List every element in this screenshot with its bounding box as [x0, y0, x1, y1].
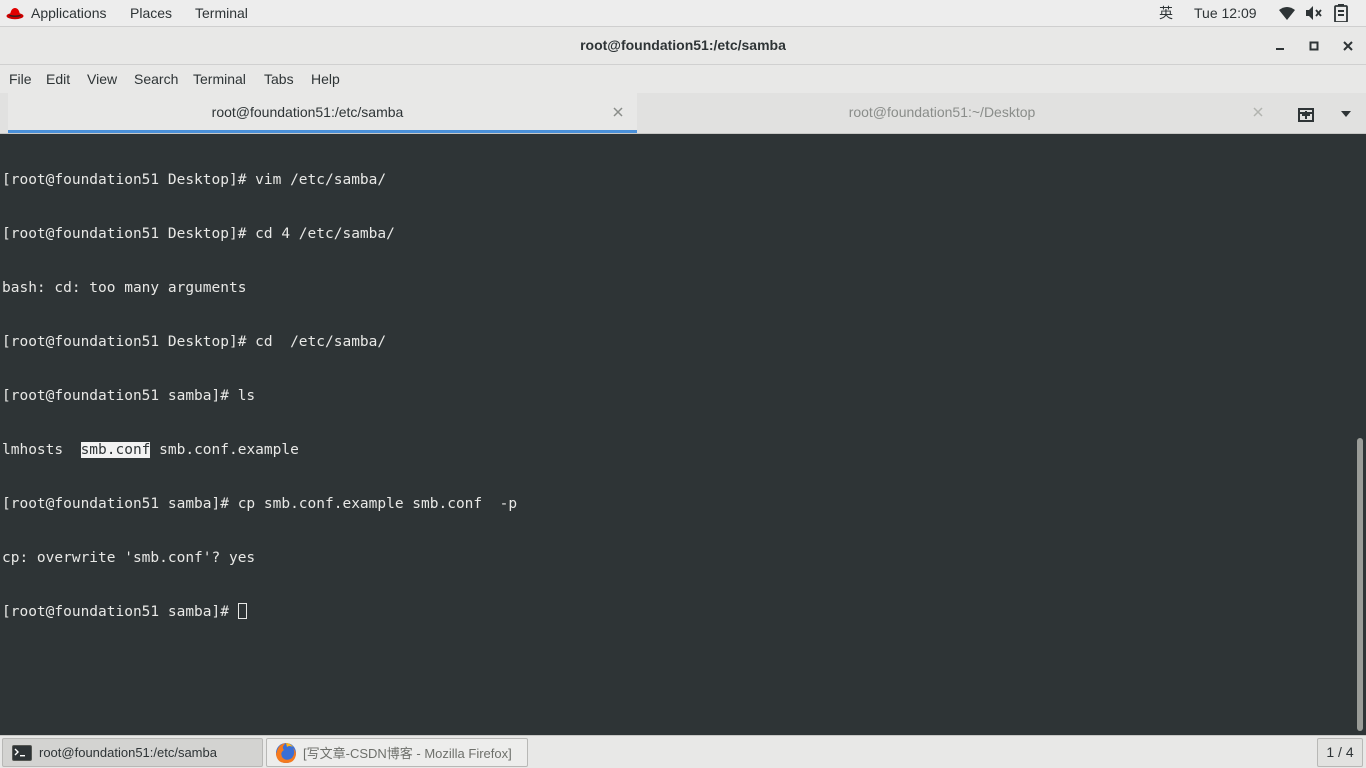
close-icon — [1253, 107, 1263, 117]
window-title: root@foundation51:/etc/samba — [580, 37, 786, 53]
terminal-line: [root@foundation51 Desktop]# cd 4 /etc/s… — [2, 226, 395, 242]
tab-label: root@foundation51:/etc/samba — [211, 104, 404, 120]
ls-entry: lmhosts — [2, 442, 81, 458]
clock[interactable]: Tue 12:09 — [1194, 0, 1257, 26]
workspace-switcher[interactable]: 1 / 4 — [1317, 738, 1363, 767]
battery-icon — [1332, 4, 1350, 22]
tab-bar: root@foundation51:/etc/samba root@founda… — [0, 93, 1366, 134]
firefox-icon — [275, 742, 297, 763]
applications-label: Applications — [31, 5, 107, 21]
terminal-icon — [11, 743, 33, 763]
taskbar-item-firefox[interactable]: [写文章-CSDN博客 - Mozilla Firefox] — [266, 738, 528, 767]
redhat-logo-icon — [6, 8, 24, 20]
menu-terminal[interactable]: Terminal — [193, 65, 246, 93]
menu-file[interactable]: File — [9, 65, 32, 93]
terminal-line: [root@foundation51 Desktop]# vim /etc/sa… — [2, 172, 387, 188]
system-status-area[interactable] — [1278, 0, 1359, 26]
chevron-down-icon — [1341, 111, 1351, 117]
tab-label: root@foundation51:~/Desktop — [848, 104, 1036, 120]
terminal-prompt: [root@foundation51 samba]# — [2, 604, 238, 620]
terminal-output: [root@foundation51 Desktop]# vim /etc/sa… — [2, 135, 517, 657]
tabs-menu-button[interactable] — [1336, 104, 1356, 124]
menu-view[interactable]: View — [87, 65, 117, 93]
maximize-icon — [1309, 41, 1319, 51]
volume-muted-icon — [1305, 4, 1323, 22]
terminal-line: [root@foundation51 Desktop]# cd /etc/sam… — [2, 334, 387, 350]
tab-close-button[interactable] — [611, 105, 625, 119]
menu-tabs[interactable]: Tabs — [264, 65, 294, 93]
close-icon — [613, 107, 623, 117]
ls-entry: smb.conf.example — [150, 442, 299, 458]
wifi-icon — [1278, 4, 1296, 22]
tab-desktop[interactable]: root@foundation51:~/Desktop — [637, 93, 1277, 133]
window-list-bar: root@foundation51:/etc/samba [写文章-CSDN博客… — [0, 735, 1366, 768]
prompt-line: [root@foundation51 samba]# — [2, 603, 517, 621]
close-icon — [1343, 41, 1353, 51]
menu-help[interactable]: Help — [311, 65, 340, 93]
terminal-line: [root@foundation51 samba]# ls — [2, 388, 256, 404]
tab-close-button[interactable] — [1251, 105, 1265, 119]
menu-search[interactable]: Search — [134, 65, 178, 93]
terminal-line: [root@foundation51 samba]# cp smb.conf.e… — [2, 496, 518, 512]
applications-menu[interactable]: Applications — [6, 0, 107, 26]
terminal-line: cp: overwrite 'smb.conf'? yes — [2, 550, 256, 566]
tab-etc-samba[interactable]: root@foundation51:/etc/samba — [8, 93, 637, 133]
terminal-view[interactable]: [root@foundation51 Desktop]# vim /etc/sa… — [0, 134, 1354, 735]
taskbar-item-terminal[interactable]: root@foundation51:/etc/samba — [2, 738, 263, 767]
window-titlebar[interactable]: root@foundation51:/etc/samba — [0, 27, 1366, 65]
new-tab-button[interactable] — [1296, 104, 1316, 124]
ls-output-line: lmhosts smb.conf smb.conf.example — [2, 441, 517, 459]
ls-entry-highlighted: smb.conf — [80, 442, 151, 458]
input-method-indicator[interactable]: 英 — [1159, 0, 1173, 26]
terminal-app-menu[interactable]: Terminal — [195, 0, 248, 26]
menu-bar: File Edit View Search Terminal Tabs Help — [0, 65, 1366, 93]
minimize-icon — [1276, 48, 1284, 50]
maximize-button[interactable] — [1303, 35, 1325, 57]
taskbar-item-label: [写文章-CSDN博客 - Mozilla Firefox] — [303, 746, 512, 761]
taskbar-item-label: root@foundation51:/etc/samba — [39, 745, 217, 760]
places-menu[interactable]: Places — [130, 0, 172, 26]
text-cursor — [237, 603, 247, 619]
terminal-scrollbar[interactable] — [1354, 134, 1366, 735]
terminal-line: bash: cd: too many arguments — [2, 280, 247, 296]
minimize-button[interactable] — [1269, 35, 1291, 57]
gnome-top-bar: Applications Places Terminal 英 Tue 12:09 — [0, 0, 1366, 27]
new-tab-icon — [1298, 108, 1314, 122]
menu-edit[interactable]: Edit — [46, 65, 70, 93]
scrollbar-thumb[interactable] — [1357, 438, 1363, 731]
close-window-button[interactable] — [1337, 35, 1359, 57]
